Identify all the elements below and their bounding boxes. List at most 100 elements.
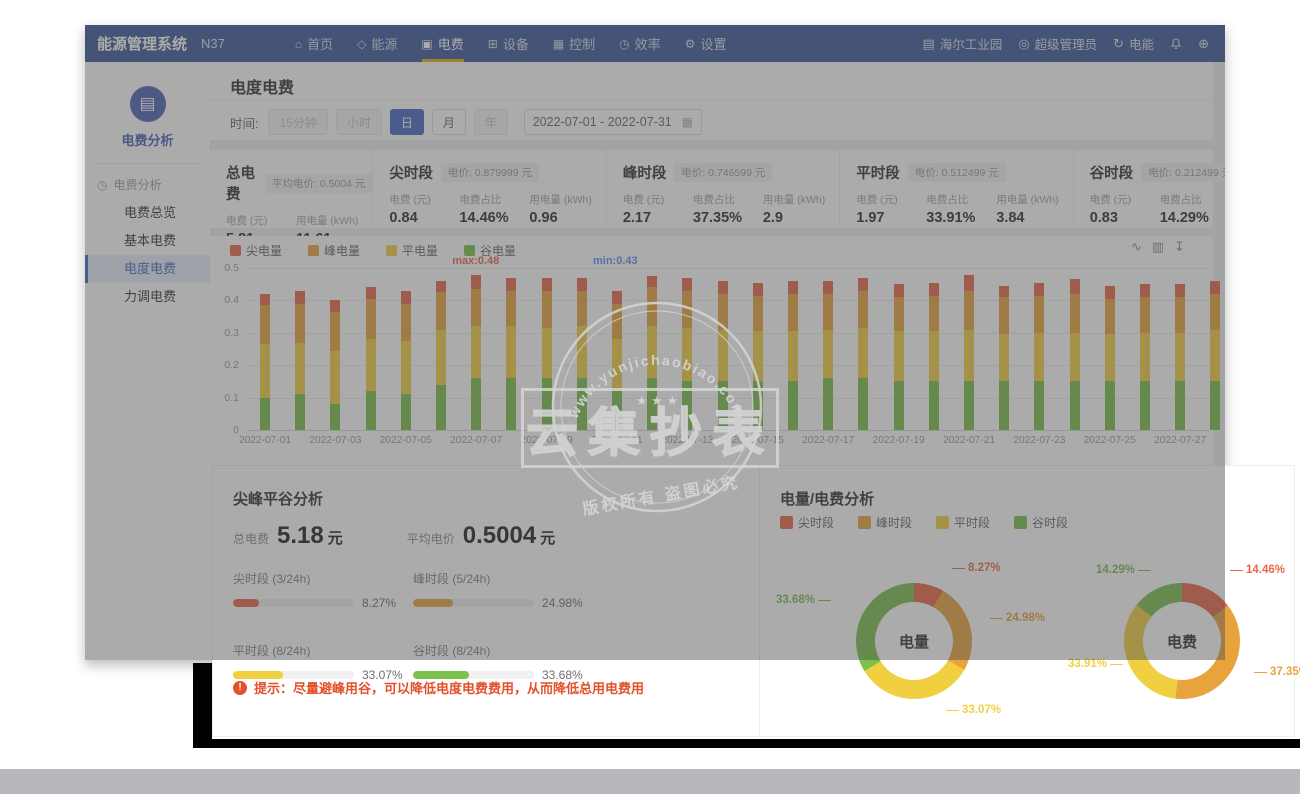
granularity-button-3[interactable]: 日 bbox=[390, 109, 424, 135]
nav-item-1[interactable]: ⌂首页 bbox=[283, 25, 345, 62]
nav-right-item-4[interactable] bbox=[1170, 37, 1182, 50]
nav-right-item-5[interactable]: ⊕ bbox=[1198, 36, 1209, 52]
nav-item-7[interactable]: ⚙设置 bbox=[673, 25, 739, 62]
stacked-bar[interactable] bbox=[894, 284, 904, 430]
legend-swatch-icon bbox=[858, 516, 871, 529]
analysis-overlay-card: 尖峰平谷分析 总电费 5.18 元 平均电价 0.5004 元 尖时段 (3/2… bbox=[212, 465, 1295, 737]
sidebar-item-2[interactable]: 基本电费 bbox=[85, 227, 210, 255]
bar-segment bbox=[894, 297, 904, 331]
chart-toolbox: ∿ ▥ ↧ bbox=[1131, 239, 1185, 255]
bar-segment bbox=[1140, 284, 1150, 297]
stacked-bar[interactable] bbox=[1070, 279, 1080, 430]
granularity-button-5[interactable]: 年 bbox=[474, 109, 508, 135]
granularity-button-1[interactable]: 15分钟 bbox=[268, 109, 327, 135]
stacked-bar[interactable] bbox=[788, 281, 798, 430]
stacked-bar[interactable] bbox=[295, 291, 305, 430]
line-chart-icon[interactable]: ∿ bbox=[1131, 239, 1142, 255]
stacked-bar[interactable] bbox=[330, 300, 340, 430]
stacked-bar[interactable] bbox=[964, 275, 974, 430]
bar-segment bbox=[1105, 299, 1115, 335]
stacked-bar[interactable] bbox=[823, 281, 833, 430]
legend-item[interactable]: 峰电量 bbox=[308, 242, 360, 259]
stacked-bar[interactable] bbox=[471, 275, 481, 430]
stacked-bar-plot: 2022-07-012022-07-032022-07-052022-07-07… bbox=[248, 268, 1210, 448]
stacked-bar[interactable] bbox=[1140, 284, 1150, 430]
nav-item-3[interactable]: ▣电费 bbox=[409, 25, 475, 62]
donut-slice-label: 14.29% bbox=[1096, 564, 1151, 576]
stacked-bar[interactable] bbox=[436, 281, 446, 430]
stacked-bar[interactable] bbox=[1034, 283, 1044, 430]
stacked-bar[interactable] bbox=[1175, 284, 1185, 430]
stat-field: 用电量 (kWh)0.96 bbox=[529, 192, 591, 226]
stacked-bar[interactable] bbox=[999, 286, 1009, 430]
donut-slice-label: 33.07% bbox=[946, 704, 1001, 716]
bar-segment bbox=[295, 343, 305, 395]
download-icon[interactable]: ↧ bbox=[1174, 239, 1185, 255]
donut-slice-label: 33.68% bbox=[776, 594, 831, 606]
stacked-bar[interactable] bbox=[1210, 281, 1220, 430]
bar-segment bbox=[436, 281, 446, 292]
stacked-bar[interactable] bbox=[718, 281, 728, 430]
stat-field-label: 电费 (元) bbox=[1090, 192, 1146, 207]
donut-legend-item[interactable]: 峰时段 bbox=[858, 514, 912, 531]
stacked-bar[interactable] bbox=[753, 283, 763, 430]
stacked-bar[interactable] bbox=[366, 287, 376, 430]
stacked-bar[interactable] bbox=[260, 294, 270, 430]
stacked-bar[interactable] bbox=[647, 276, 657, 430]
nav-item-6[interactable]: ◷效率 bbox=[607, 25, 673, 62]
app-title: 能源管理系统 bbox=[97, 33, 187, 54]
tip-row: ! 提示：尽量避峰用谷，可以降低电度电费费用，从而降低总用电费用 bbox=[233, 678, 644, 697]
nav-item-2[interactable]: ◇能源 bbox=[345, 25, 409, 62]
bar-segment bbox=[1140, 381, 1150, 430]
bar-segment bbox=[260, 344, 270, 397]
stat-card-title: 总电费 bbox=[226, 162, 257, 204]
stacked-bar[interactable] bbox=[929, 283, 939, 430]
bar-segment bbox=[542, 378, 552, 430]
nav-right-item-3[interactable]: ↻电能 bbox=[1113, 34, 1154, 53]
stat-field: 电费占比14.29% bbox=[1160, 192, 1216, 226]
bar-segment bbox=[436, 292, 446, 329]
analysis-title: 尖峰平谷分析 bbox=[233, 488, 323, 509]
stacked-bar[interactable] bbox=[506, 278, 516, 430]
sidebar-item-3[interactable]: 电度电费 bbox=[85, 255, 210, 283]
bar-segment bbox=[612, 391, 622, 430]
granularity-button-2[interactable]: 小时 bbox=[336, 109, 382, 135]
stacked-bar[interactable] bbox=[577, 278, 587, 430]
bar-segment bbox=[436, 385, 446, 430]
sidebar-item-4[interactable]: 力调电费 bbox=[85, 283, 210, 311]
stacked-bar[interactable] bbox=[542, 278, 552, 430]
granularity-button-4[interactable]: 月 bbox=[432, 109, 466, 135]
stat-card-4: 平时段电价: 0.512499 元电费 (元)1.97电费占比33.91%用电量… bbox=[839, 150, 1072, 228]
bar-segment bbox=[1034, 381, 1044, 430]
nav-right-item-2[interactable]: ◎超级管理员 bbox=[1018, 34, 1097, 53]
donut-legend-item[interactable]: 谷时段 bbox=[1014, 514, 1068, 531]
nav-item-4[interactable]: ⊞设备 bbox=[476, 25, 541, 62]
donut-legend-item[interactable]: 平时段 bbox=[936, 514, 990, 531]
stacked-bar[interactable] bbox=[682, 278, 692, 430]
bar-segment bbox=[964, 330, 974, 382]
bar-segment bbox=[401, 304, 411, 341]
nav-right-item-1[interactable]: ▤海尔工业园 bbox=[923, 34, 1003, 53]
date-range-input[interactable]: 2022-07-01 - 2022-07-31 ▦ bbox=[524, 109, 702, 135]
y-axis-tick-label: 0.5 bbox=[224, 262, 239, 274]
avg-price-label: 平均电价 bbox=[407, 530, 455, 547]
stacked-bar[interactable] bbox=[1105, 286, 1115, 430]
stacked-bar[interactable] bbox=[858, 278, 868, 430]
donut-slice-label: 24.98% bbox=[990, 612, 1045, 624]
gridline bbox=[248, 300, 1210, 301]
stacked-bar[interactable] bbox=[401, 291, 411, 430]
legend-label: 峰时段 bbox=[876, 514, 912, 531]
bar-segment bbox=[1140, 297, 1150, 333]
nav-item-5[interactable]: ▦控制 bbox=[541, 25, 607, 62]
bar-chart-icon[interactable]: ▥ bbox=[1152, 239, 1164, 255]
top-navbar: 能源管理系统 N37 ⌂首页◇能源▣电费⊞设备▦控制◷效率⚙设置 ▤海尔工业园◎… bbox=[85, 25, 1225, 62]
sidebar-item-1[interactable]: 电费总览 bbox=[85, 199, 210, 227]
legend-item[interactable]: 尖电量 bbox=[230, 242, 282, 259]
avg-price-unit: 元 bbox=[540, 527, 555, 548]
donut-slice-label: 8.27% bbox=[952, 562, 1001, 574]
bar-segment bbox=[753, 296, 763, 332]
stacked-bar[interactable] bbox=[612, 291, 622, 430]
legend-item[interactable]: 平电量 bbox=[386, 242, 438, 259]
price-badge: 电价: 0.512499 元 bbox=[908, 163, 1006, 182]
donut-legend-item[interactable]: 尖时段 bbox=[780, 514, 834, 531]
